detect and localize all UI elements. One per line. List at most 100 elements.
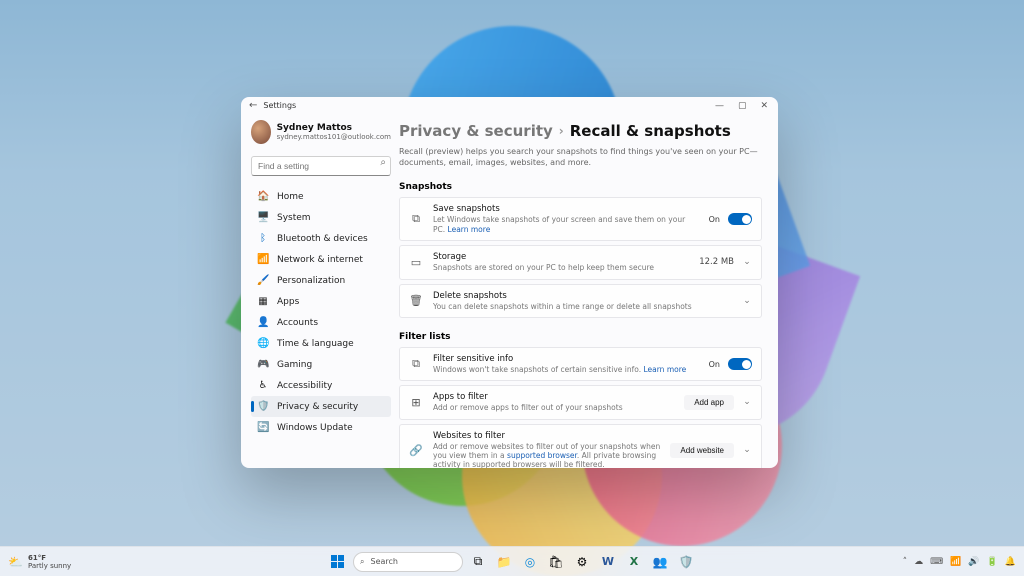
weather-icon: ⛅ [8, 555, 23, 569]
card-apps-to-filter[interactable]: ⊞ Apps to filter Add or remove apps to f… [399, 385, 762, 419]
wifi-icon[interactable]: 📶 [950, 557, 961, 567]
privacy-security-icon: 🛡️ [257, 401, 269, 412]
sidebar-item-gaming[interactable]: 🎮Gaming [251, 354, 391, 375]
chevron-right-icon: › [559, 124, 564, 138]
teams-icon[interactable]: 👥 [649, 551, 671, 573]
weather-temp: 61°F [28, 554, 71, 562]
account-header[interactable]: Sydney Mattos sydney.mattos101@outlook.c… [251, 120, 391, 144]
sidebar-item-label: Bluetooth & devices [277, 234, 368, 244]
sidebar-item-personalization[interactable]: 🖌️Personalization [251, 270, 391, 291]
storage-icon: ▭ [409, 256, 423, 269]
avatar [251, 120, 271, 144]
breadcrumb-parent[interactable]: Privacy & security [399, 122, 553, 140]
weather-widget[interactable]: ⛅ 61°F Partly sunny [8, 554, 71, 570]
minimize-button[interactable]: — [715, 101, 724, 111]
learn-more-link[interactable]: Learn more [643, 365, 686, 374]
sidebar-item-label: Gaming [277, 360, 312, 370]
sidebar-item-label: System [277, 213, 311, 223]
sidebar-item-privacy-security[interactable]: 🛡️ Privacy & security [251, 396, 391, 417]
settings-icon[interactable]: ⚙ [571, 551, 593, 573]
excel-icon[interactable]: X [623, 551, 645, 573]
card-subtitle: Add or remove apps to filter out of your… [433, 403, 674, 412]
breadcrumb-current: Recall & snapshots [570, 122, 731, 140]
card-title: Delete snapshots [433, 291, 732, 301]
tray-chevron-icon[interactable]: ˄ [903, 557, 908, 567]
home-icon: 🏠 [257, 191, 269, 202]
system-icon: 🖥️ [257, 212, 269, 223]
language-icon[interactable]: ⌨ [930, 557, 943, 567]
security-icon[interactable]: 🛡️ [675, 551, 697, 573]
sidebar-item-system[interactable]: 🖥️ System [251, 207, 391, 228]
sidebar-item-label: Home [277, 192, 304, 202]
sidebar-item-home[interactable]: 🏠 Home [251, 186, 391, 207]
card-subtitle: Let Windows take snapshots of your scree… [433, 215, 699, 234]
apps-icon: ▦ [257, 296, 269, 307]
section-heading-filter-lists: Filter lists [399, 332, 762, 342]
card-save-snapshots[interactable]: ⧉ Save snapshots Let Windows take snapsh… [399, 197, 762, 241]
sidebar-item-label: Accounts [277, 318, 318, 328]
windows-update-icon: 🔄 [257, 422, 269, 433]
filter-icon: ⧉ [409, 357, 423, 371]
toggle-label: On [709, 360, 720, 369]
add-app-button[interactable]: Add app [684, 395, 734, 410]
snapshot-icon: ⧉ [409, 212, 423, 226]
sidebar-item-apps[interactable]: ▦ Apps [251, 291, 391, 312]
page-description: Recall (preview) helps you search your s… [399, 146, 762, 168]
search-input[interactable] [251, 156, 391, 176]
bluetooth-icon: ᛒ [257, 233, 269, 244]
sidebar-item-accessibility[interactable]: ♿Accessibility [251, 375, 391, 396]
word-icon[interactable]: W [597, 551, 619, 573]
battery-icon[interactable]: 🔋 [987, 557, 998, 567]
store-icon[interactable]: 🛍 [545, 551, 567, 573]
card-filter-sensitive[interactable]: ⧉ Filter sensitive info Windows won't ta… [399, 347, 762, 381]
search-icon: ⌕ [380, 157, 386, 168]
sidebar-item-windows-update[interactable]: 🔄 Windows Update [251, 417, 391, 438]
system-tray[interactable]: ˄ ☁ ⌨ 📶 🔊 🔋 🔔 [903, 557, 1016, 567]
sidebar-item-network[interactable]: 📶Network & internet [251, 249, 391, 270]
accounts-icon: 👤 [257, 317, 269, 328]
card-delete-snapshots[interactable]: 🗑 Delete snapshots You can delete snapsh… [399, 284, 762, 318]
add-website-button[interactable]: Add website [670, 443, 734, 458]
filter-sensitive-toggle[interactable] [728, 358, 752, 370]
section-heading-snapshots: Snapshots [399, 182, 762, 192]
edge-icon[interactable]: ◎ [519, 551, 541, 573]
sidebar-item-label: Privacy & security [277, 402, 358, 412]
notifications-icon[interactable]: 🔔 [1005, 557, 1016, 567]
supported-browser-link[interactable]: supported browser [507, 451, 577, 460]
sidebar-item-time-language[interactable]: 🌐Time & language [251, 333, 391, 354]
titlebar: ← Settings — ▢ ✕ [241, 97, 778, 114]
back-button[interactable]: ← [249, 100, 257, 111]
card-subtitle: Snapshots are stored on your PC to help … [433, 263, 689, 272]
explorer-icon[interactable]: 📁 [493, 551, 515, 573]
content-area: Privacy & security › Recall & snapshots … [399, 114, 778, 468]
card-storage[interactable]: ▭ Storage Snapshots are stored on your P… [399, 245, 762, 279]
sidebar-item-label: Windows Update [277, 423, 353, 433]
card-subtitle: Windows won't take snapshots of certain … [433, 365, 699, 374]
chevron-down-icon: ⌄ [742, 397, 752, 407]
network-icon: 📶 [257, 254, 269, 265]
link-icon: 🔗 [409, 444, 423, 457]
app-title: Settings [263, 101, 296, 110]
sidebar-item-bluetooth[interactable]: ᛒ Bluetooth & devices [251, 228, 391, 249]
card-subtitle: You can delete snapshots within a time r… [433, 302, 732, 311]
volume-icon[interactable]: 🔊 [968, 557, 979, 567]
learn-more-link[interactable]: Learn more [448, 225, 491, 234]
onedrive-icon[interactable]: ☁ [914, 557, 923, 567]
time-language-icon: 🌐 [257, 338, 269, 349]
settings-window: ← Settings — ▢ ✕ Sydney Mattos sydney.ma… [241, 97, 778, 468]
search-icon: ⌕ [360, 557, 364, 567]
sidebar-item-accounts[interactable]: 👤 Accounts [251, 312, 391, 333]
close-button[interactable]: ✕ [760, 101, 768, 111]
chevron-down-icon: ⌄ [742, 445, 752, 455]
card-websites-to-filter[interactable]: 🔗 Websites to filter Add or remove websi… [399, 424, 762, 468]
save-snapshots-toggle[interactable] [728, 213, 752, 225]
search-box[interactable]: ⌕ [251, 154, 391, 176]
start-button[interactable] [327, 551, 349, 573]
sidebar: Sydney Mattos sydney.mattos101@outlook.c… [241, 114, 399, 468]
task-view-button[interactable]: ⧉ [467, 551, 489, 573]
maximize-button[interactable]: ▢ [738, 101, 747, 111]
card-title: Filter sensitive info [433, 354, 699, 364]
sidebar-item-label: Apps [277, 297, 299, 307]
card-title: Apps to filter [433, 392, 674, 402]
taskbar-search[interactable]: ⌕ Search [353, 552, 463, 572]
